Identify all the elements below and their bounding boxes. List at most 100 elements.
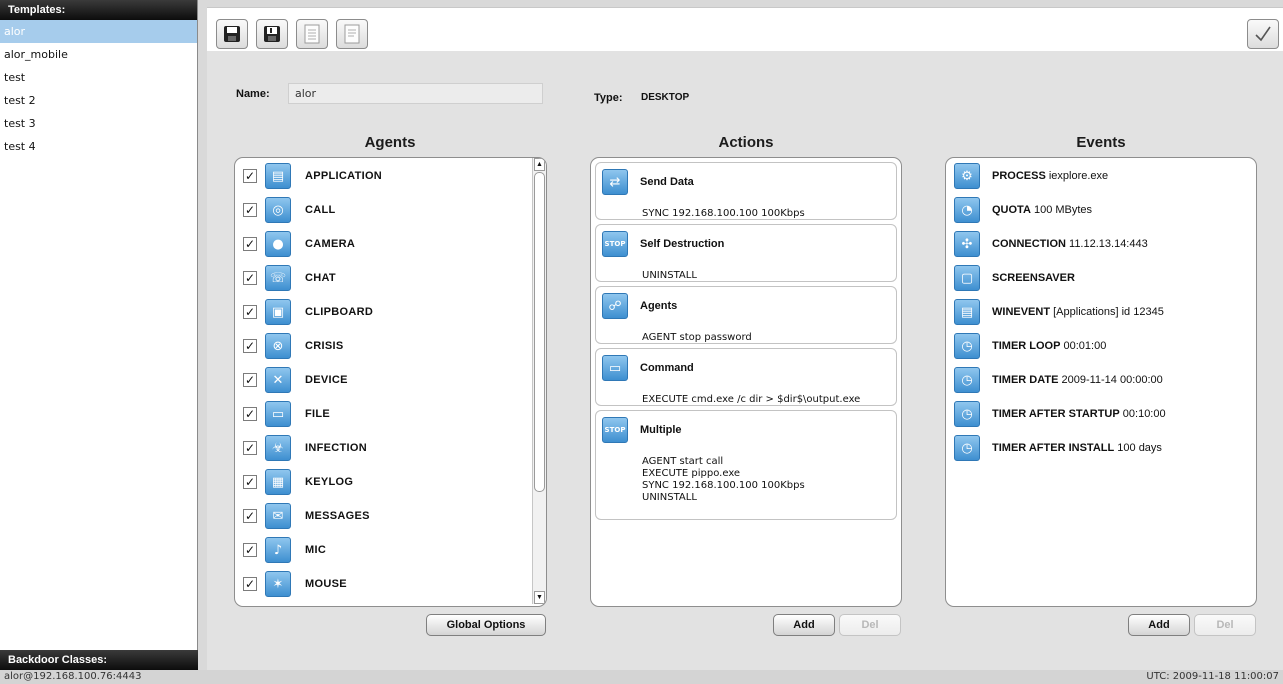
event-detail: 100 MBytes bbox=[1033, 204, 1093, 216]
agent-checkbox[interactable]: ✓ bbox=[243, 169, 257, 183]
agent-row[interactable]: ✓ ☣ INFECTION bbox=[243, 434, 367, 462]
clock-icon: ◷ bbox=[954, 401, 980, 427]
agent-row[interactable]: ✓ ● CAMERA bbox=[243, 230, 355, 258]
screensaver-icon: ▢ bbox=[954, 265, 980, 291]
apply-button[interactable] bbox=[1247, 19, 1279, 49]
event-row[interactable]: ✣ CONNECTION 11.12.13.14:443 bbox=[954, 230, 1148, 258]
scroll-up-icon[interactable]: ▲ bbox=[534, 158, 545, 171]
agent-row[interactable]: ✓ ☏ CHAT bbox=[243, 264, 336, 292]
agent-row[interactable]: ✓ ◎ CALL bbox=[243, 196, 336, 224]
action-detail-line: SYNC 192.168.100.100 100Kbps bbox=[642, 480, 805, 491]
templates-panel: Templates: alor alor_mobile test test 2 … bbox=[0, 0, 198, 670]
agent-checkbox[interactable]: ✓ bbox=[243, 407, 257, 421]
agent-checkbox[interactable]: ✓ bbox=[243, 475, 257, 489]
agent-name: DEVICE bbox=[305, 374, 348, 386]
event-type: TIMER AFTER INSTALL bbox=[992, 442, 1115, 454]
agent-checkbox[interactable]: ✓ bbox=[243, 577, 257, 591]
event-row[interactable]: ◔ QUOTA 100 MBytes bbox=[954, 196, 1092, 224]
document-icon bbox=[344, 24, 360, 44]
crisis-icon: ⊗ bbox=[265, 333, 291, 359]
agent-name: MESSAGES bbox=[305, 510, 370, 522]
action-detail: AGENT stop password bbox=[642, 332, 752, 343]
event-row[interactable]: ◷ TIMER AFTER INSTALL 100 days bbox=[954, 434, 1162, 462]
events-add-button[interactable]: Add bbox=[1128, 614, 1190, 636]
agent-row[interactable]: ✓ ▣ CLIPBOARD bbox=[243, 298, 373, 326]
toolbar bbox=[207, 7, 1283, 51]
template-item[interactable]: test 4 bbox=[0, 135, 197, 158]
event-row[interactable]: ▤ WINEVENT [Applications] id 12345 bbox=[954, 298, 1164, 326]
action-detail: UNINSTALL bbox=[642, 270, 697, 281]
document-button[interactable] bbox=[336, 19, 368, 49]
clock-icon: ◷ bbox=[954, 333, 980, 359]
template-item[interactable]: test 3 bbox=[0, 112, 197, 135]
action-detail: SYNC 192.168.100.100 100Kbps bbox=[642, 208, 805, 219]
agent-checkbox[interactable]: ✓ bbox=[243, 339, 257, 353]
action-title: Multiple bbox=[640, 424, 682, 436]
events-del-button[interactable]: Del bbox=[1194, 614, 1256, 636]
agents-icon: ☍ bbox=[602, 293, 628, 319]
camera-icon: ● bbox=[265, 231, 291, 257]
agent-row[interactable]: ✓ ⊗ CRISIS bbox=[243, 332, 343, 360]
agent-checkbox[interactable]: ✓ bbox=[243, 237, 257, 251]
action-card[interactable]: ⇄ Send Data SYNC 192.168.100.100 100Kbps bbox=[595, 162, 897, 220]
agent-name: CLIPBOARD bbox=[305, 306, 374, 318]
name-input[interactable] bbox=[288, 83, 543, 104]
event-row[interactable]: ◷ TIMER AFTER STARTUP 00:10:00 bbox=[954, 400, 1166, 428]
action-card[interactable]: STOP Self Destruction UNINSTALL bbox=[595, 224, 897, 282]
agent-checkbox[interactable]: ✓ bbox=[243, 373, 257, 387]
agents-scrollbar[interactable]: ▲ ▼ bbox=[532, 158, 546, 604]
agent-row[interactable]: ✓ ✉ MESSAGES bbox=[243, 502, 370, 530]
agent-checkbox[interactable]: ✓ bbox=[243, 203, 257, 217]
event-row[interactable]: ⚙ PROCESS iexplore.exe bbox=[954, 162, 1108, 190]
global-options-button[interactable]: Global Options bbox=[426, 614, 546, 636]
agent-row[interactable]: ✓ ✶ MOUSE bbox=[243, 570, 347, 598]
event-row[interactable]: ▢ SCREENSAVER bbox=[954, 264, 1075, 292]
template-editor: Name: Type: DESKTOP Agents ✓ ▤ APPLICATION… bbox=[207, 7, 1283, 670]
agent-row[interactable]: ✓ ♪ MIC bbox=[243, 536, 326, 564]
template-item[interactable]: alor bbox=[0, 20, 197, 43]
chat-icon: ☏ bbox=[265, 265, 291, 291]
action-card[interactable]: ☍ Agents AGENT stop password bbox=[595, 286, 897, 344]
new-document-button[interactable] bbox=[296, 19, 328, 49]
action-card[interactable]: STOP Multiple AGENT start call EXECUTE pi… bbox=[595, 410, 897, 520]
template-item[interactable]: test 2 bbox=[0, 89, 197, 112]
keylog-icon: ▦ bbox=[265, 469, 291, 495]
event-row[interactable]: ◷ TIMER LOOP 00:01:00 bbox=[954, 332, 1106, 360]
agent-checkbox[interactable]: ✓ bbox=[243, 305, 257, 319]
agent-name: KEYLOG bbox=[305, 476, 354, 488]
agent-row[interactable]: ✓ ✕ DEVICE bbox=[243, 366, 348, 394]
new-document-icon bbox=[304, 24, 320, 44]
event-type: TIMER LOOP bbox=[992, 340, 1061, 352]
actions-del-button[interactable]: Del bbox=[839, 614, 901, 636]
agents-list: ✓ ▤ APPLICATION ✓ ◎ CALL ✓ ● CAMERA ✓ ☏ CHAT ✓ ▣ C… bbox=[234, 157, 547, 607]
agent-row[interactable]: ✓ ▤ APPLICATION bbox=[243, 162, 382, 190]
events-list: ⚙ PROCESS iexplore.exe ◔ QUOTA 100 MBytes … bbox=[945, 157, 1257, 607]
template-item[interactable]: alor_mobile bbox=[0, 43, 197, 66]
scroll-down-icon[interactable]: ▼ bbox=[534, 591, 545, 604]
agent-name: APPLICATION bbox=[305, 170, 383, 182]
application-icon: ▤ bbox=[265, 163, 291, 189]
agent-name: MOUSE bbox=[305, 578, 347, 590]
template-item[interactable]: test bbox=[0, 66, 197, 89]
call-icon: ◎ bbox=[265, 197, 291, 223]
actions-add-button[interactable]: Add bbox=[773, 614, 835, 636]
templates-header: Templates: bbox=[0, 0, 197, 20]
file-icon: ▭ bbox=[265, 401, 291, 427]
agent-name: CAMERA bbox=[305, 238, 356, 250]
event-row[interactable]: ◷ TIMER DATE 2009-11-14 00:00:00 bbox=[954, 366, 1163, 394]
action-card[interactable]: ▭ Command EXECUTE cmd.exe /c dir > $dir$\… bbox=[595, 348, 897, 406]
save-as-button[interactable] bbox=[256, 19, 288, 49]
agent-checkbox[interactable]: ✓ bbox=[243, 543, 257, 557]
agent-checkbox[interactable]: ✓ bbox=[243, 509, 257, 523]
agent-name: CHAT bbox=[305, 272, 336, 284]
action-title: Send Data bbox=[640, 176, 694, 188]
agent-row[interactable]: ✓ ▦ KEYLOG bbox=[243, 468, 353, 496]
agent-checkbox[interactable]: ✓ bbox=[243, 271, 257, 285]
agent-row[interactable]: ✓ ▭ FILE bbox=[243, 400, 330, 428]
scrollbar-thumb[interactable] bbox=[534, 172, 545, 492]
save-button[interactable] bbox=[216, 19, 248, 49]
event-type: PROCESS bbox=[992, 170, 1046, 182]
agent-checkbox[interactable]: ✓ bbox=[243, 441, 257, 455]
agent-name: MIC bbox=[305, 544, 327, 556]
send-data-icon: ⇄ bbox=[602, 169, 628, 195]
